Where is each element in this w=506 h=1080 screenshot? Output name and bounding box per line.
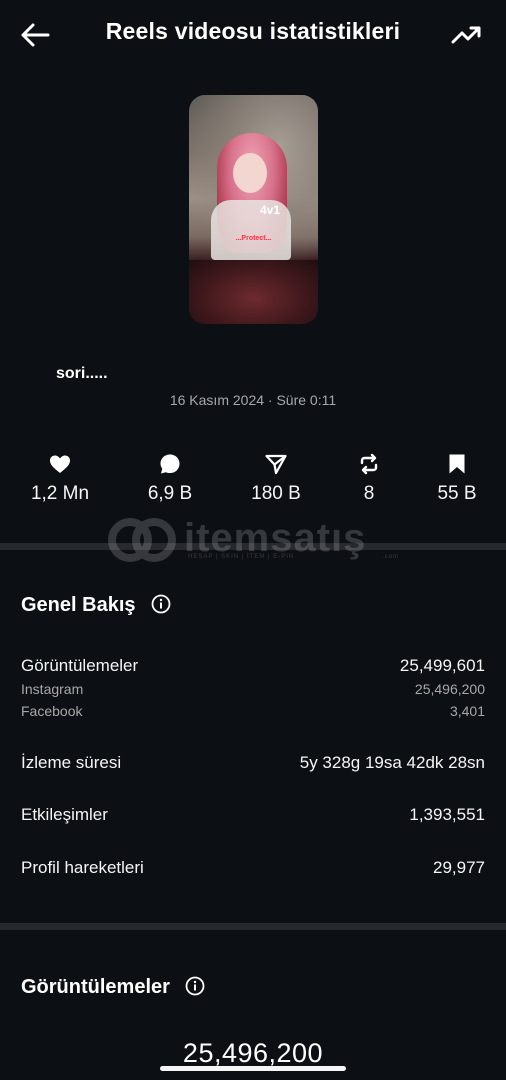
watermark-logo-icon xyxy=(108,518,176,562)
watch-time-label: İzleme süresi xyxy=(21,753,122,772)
thumbnail-figure-face xyxy=(233,153,267,193)
profile-activity-value: 29,977 xyxy=(433,858,485,877)
arrow-left-icon xyxy=(21,23,50,47)
instagram-value: 25,496,200 xyxy=(414,681,485,697)
views-section-title: Görüntülemeler xyxy=(21,976,170,998)
views-section-header: Görüntülemeler xyxy=(21,976,205,999)
stat-reposts: 8 xyxy=(319,452,419,505)
stat-shares-value: 180 B xyxy=(251,483,301,504)
page-title: Reels videosu istatistikleri xyxy=(105,18,401,44)
reel-thumbnail[interactable]: 4v1 ...Protect... xyxy=(189,95,318,324)
views-label: Görüntülemeler xyxy=(21,656,139,675)
watermark-subtext: HESAP | SKIN | İTEM | E-PIN xyxy=(188,554,295,560)
overview-section-header: Genel Bakış xyxy=(21,594,171,617)
facebook-value: 3,401 xyxy=(449,703,485,719)
stat-saves: 55 B xyxy=(407,452,506,505)
comment-icon xyxy=(160,454,180,474)
thumbnail-overlay-text: 4v1 xyxy=(259,203,280,217)
reel-caption: sori..... xyxy=(56,365,108,382)
stat-reposts-value: 8 xyxy=(363,483,375,504)
trending-up-icon xyxy=(451,26,481,44)
stat-comments-value: 6,9 B xyxy=(147,483,193,504)
home-indicator[interactable] xyxy=(160,1066,346,1071)
back-button[interactable] xyxy=(18,20,52,50)
watermark-suffix: .com xyxy=(382,554,400,560)
thumbnail-lower-frame xyxy=(189,260,318,324)
reel-meta: 16 Kasım 2024 · Süre 0:11 xyxy=(169,392,337,408)
views-value: 25,499,601 xyxy=(399,656,485,675)
repost-icon xyxy=(360,453,378,475)
top-bar: Reels videosu istatistikleri xyxy=(0,0,506,68)
bookmark-icon xyxy=(449,454,465,474)
insights-trend-button[interactable] xyxy=(450,20,484,50)
stat-likes-value: 1,2 Mn xyxy=(30,483,90,504)
info-icon[interactable] xyxy=(185,976,205,996)
thumbnail-caption-text: ...Protect... xyxy=(235,235,272,242)
interactions-value: 1,393,551 xyxy=(409,805,485,824)
engagement-stats: 1,2 Mn 6,9 B 180 B 8 55 B xyxy=(0,452,506,512)
stat-likes: 1,2 Mn xyxy=(10,452,110,505)
interactions-label: Etkileşimler xyxy=(21,805,108,824)
overview-title: Genel Bakış xyxy=(21,594,136,616)
info-icon[interactable] xyxy=(151,594,171,614)
watermark: itemsatış HESAP | SKIN | İTEM | E-PIN .c… xyxy=(106,516,406,564)
facebook-label: Facebook xyxy=(21,703,83,719)
stat-shares: 180 B xyxy=(226,452,326,505)
profile-activity-label: Profil hareketleri xyxy=(21,858,144,877)
views-total: 25,496,200 xyxy=(182,1038,324,1068)
share-icon xyxy=(265,454,287,475)
instagram-label: Instagram xyxy=(21,681,84,697)
section-divider xyxy=(0,923,506,930)
stat-comments: 6,9 B xyxy=(120,452,220,505)
stat-saves-value: 55 B xyxy=(437,483,477,504)
watch-time-value: 5y 328g 19sa 42dk 28sn xyxy=(299,753,485,772)
heart-icon xyxy=(50,455,70,473)
